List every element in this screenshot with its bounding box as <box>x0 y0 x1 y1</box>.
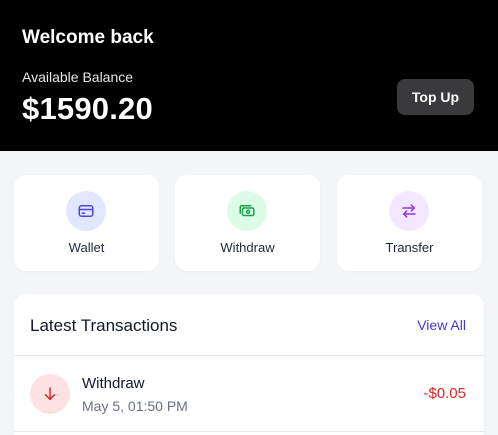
wallet-action[interactable]: Wallet <box>14 175 159 271</box>
top-up-button[interactable]: Top Up <box>397 79 474 115</box>
transaction-amount: -$0.05 <box>423 385 466 402</box>
quick-actions: Wallet Withdraw Transfer <box>14 175 484 271</box>
arrow-down-icon <box>30 374 70 414</box>
transactions-card: Latest Transactions View All Withdraw Ma… <box>14 294 484 435</box>
transaction-title: Withdraw <box>82 375 145 392</box>
balance-amount: $1590.20 <box>22 91 153 126</box>
transaction-row[interactable]: Withdraw May 5, 01:50 PM -$0.05 <box>14 356 484 432</box>
wallet-icon <box>66 191 106 231</box>
balance-label: Available Balance <box>22 69 134 85</box>
withdraw-label: Withdraw <box>220 240 275 255</box>
balance-header: Welcome back Available Balance $1590.20 … <box>0 0 498 151</box>
cash-icon <box>227 191 267 231</box>
view-all-link[interactable]: View All <box>417 317 466 333</box>
transfer-arrows-icon <box>389 191 429 231</box>
divider <box>14 431 484 432</box>
wallet-label: Wallet <box>68 240 105 255</box>
transfer-action[interactable]: Transfer <box>337 175 482 271</box>
transaction-date: May 5, 01:50 PM <box>82 398 188 414</box>
withdraw-action[interactable]: Withdraw <box>175 175 320 271</box>
transactions-title: Latest Transactions <box>30 316 178 335</box>
welcome-text: Welcome back <box>22 27 154 48</box>
transfer-label: Transfer <box>385 240 434 255</box>
